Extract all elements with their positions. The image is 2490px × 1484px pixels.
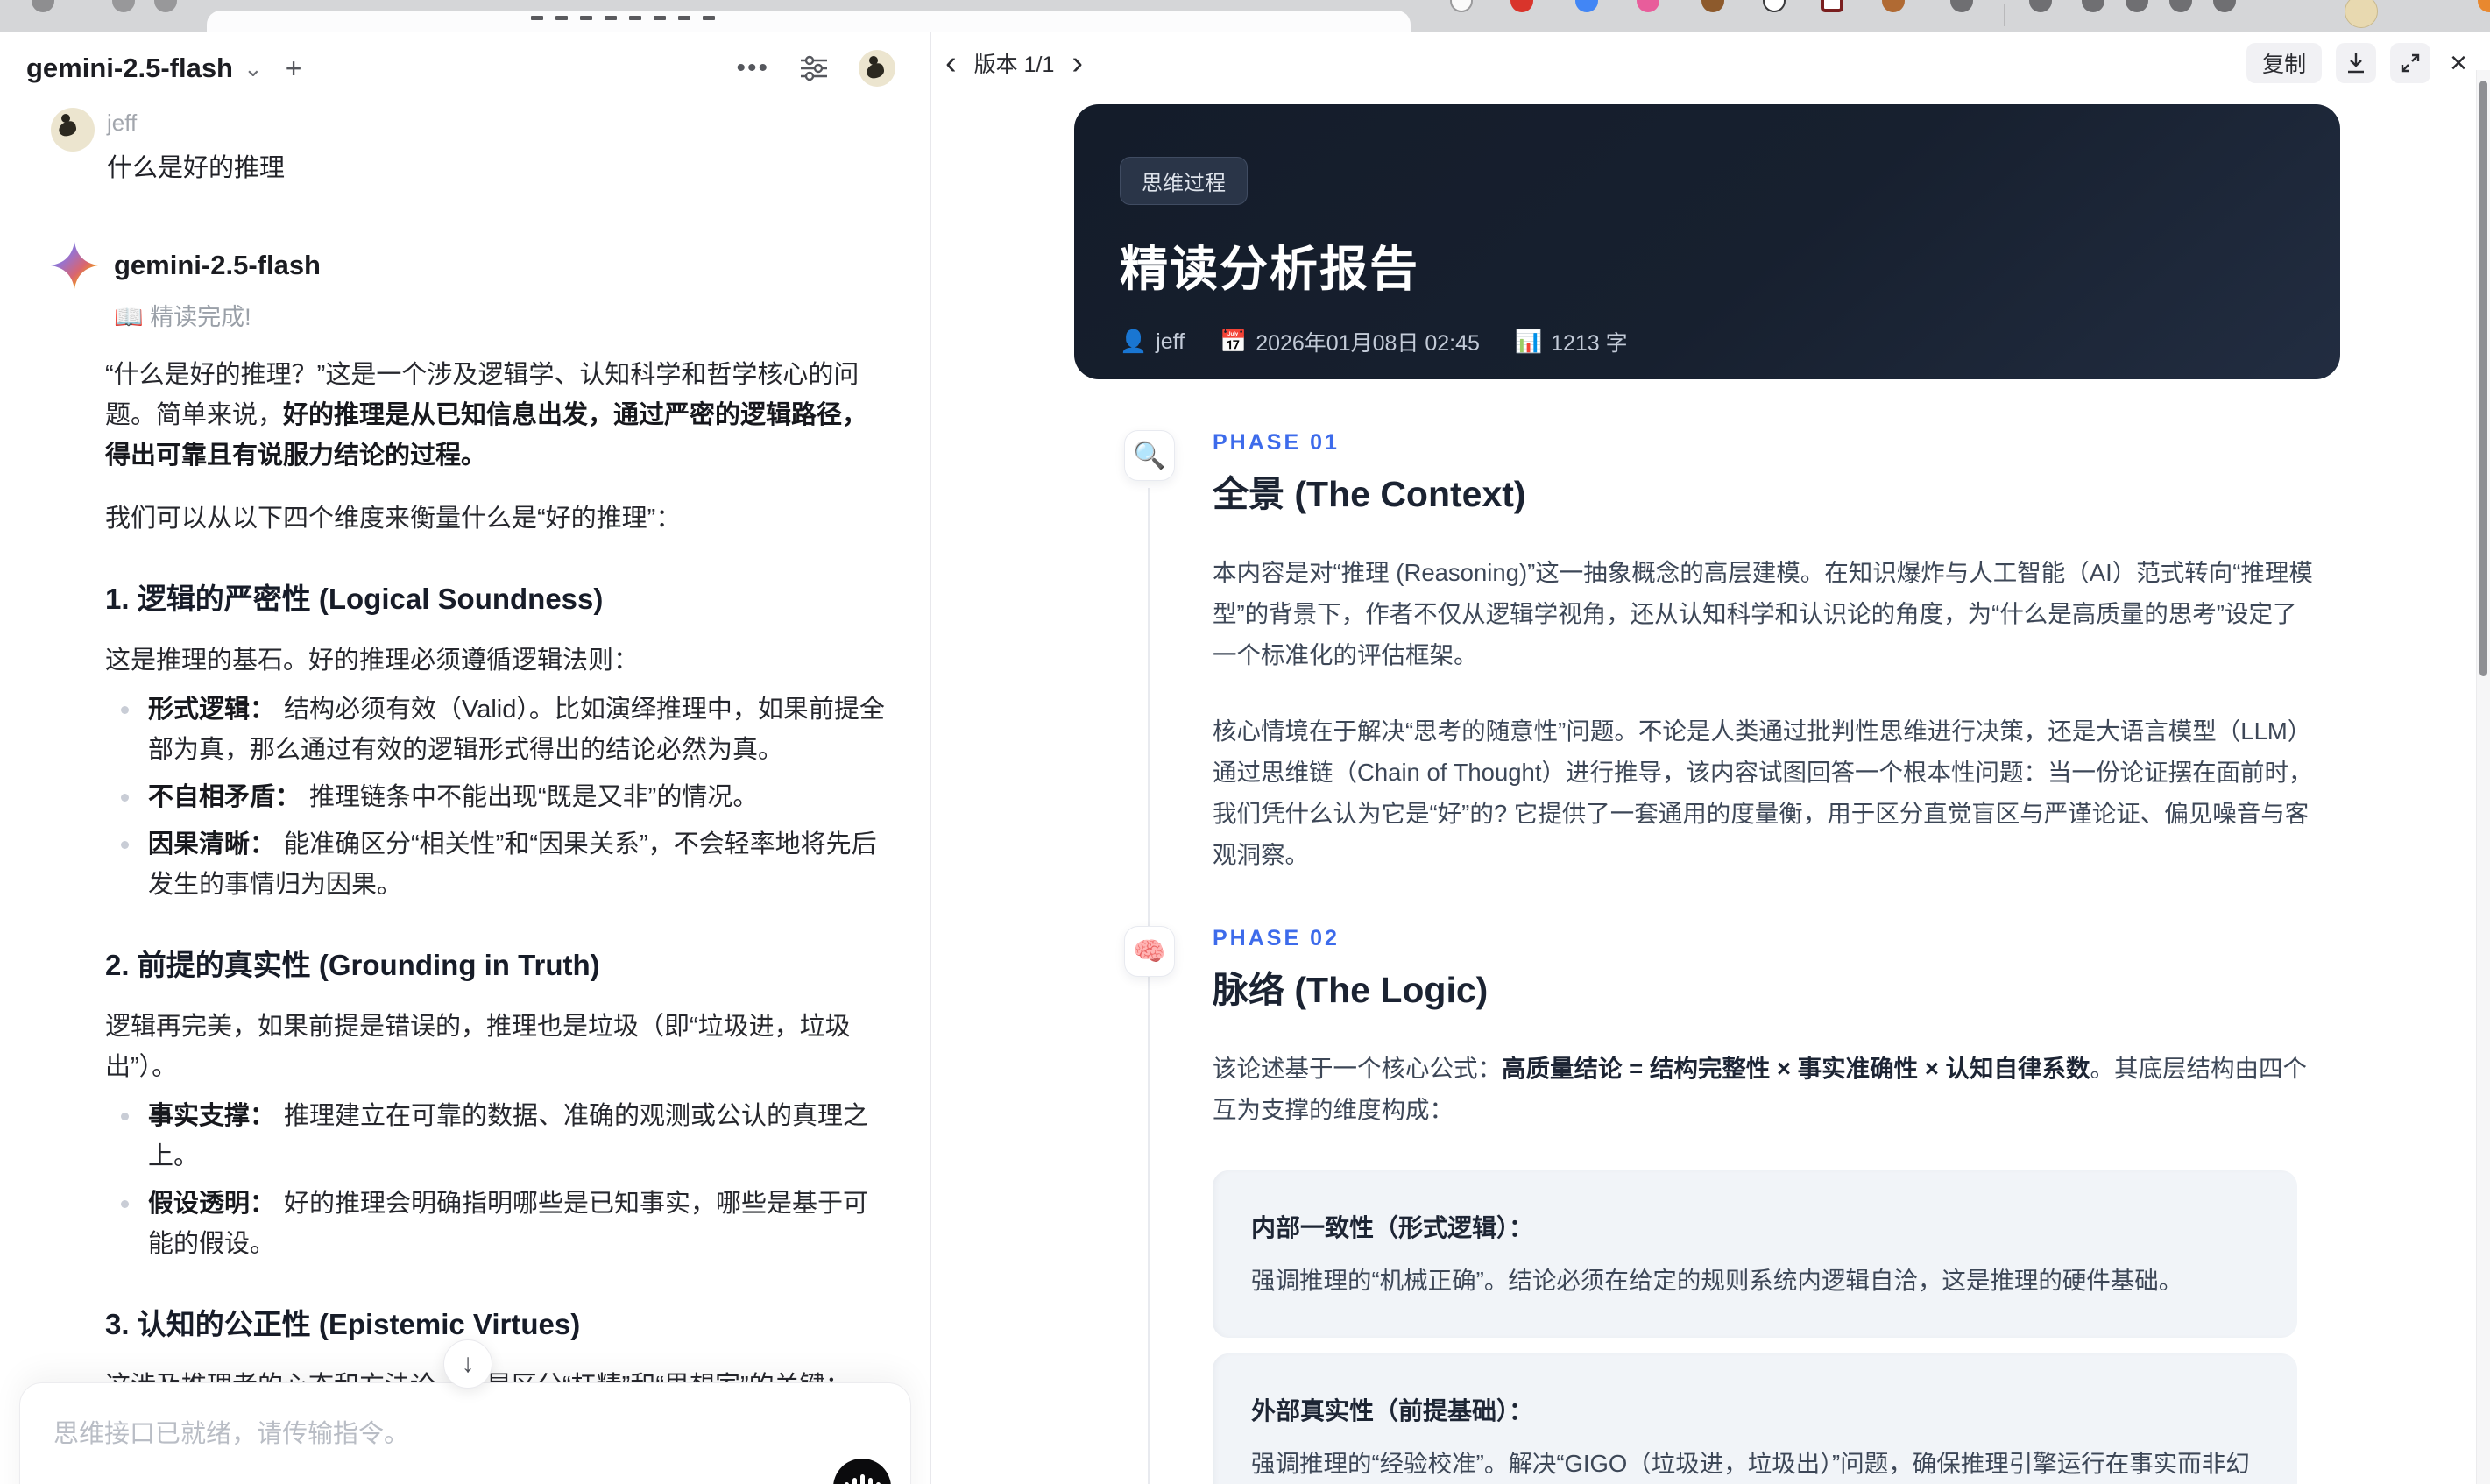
chat-header: gemini-2.5-flash ⌄ + ••• — [0, 32, 930, 87]
artifact-panel: ‹ 版本 1/1 › 复制 × 思维过程 精读分析报告 👤 jeff 📅 202… — [931, 32, 2490, 1484]
chevron-down-icon[interactable]: ⌄ — [244, 55, 263, 82]
extension-icon[interactable] — [1575, 0, 1598, 12]
user-name: jeff — [107, 110, 138, 136]
word-count: 1213 字 — [1551, 331, 1628, 356]
assistant-name: gemini-2.5-flash — [114, 250, 321, 280]
phase-section: 🔍 PHASE 01 全景 (The Context) 本内容是对“推理 (Re… — [1074, 430, 2490, 875]
browser-icon[interactable] — [32, 0, 54, 12]
brain-icon: 🧠 — [1124, 926, 1175, 977]
bullet-list: 形式逻辑： 结构必须有效（Valid）。比如演绎推理中，如果前提全部为真，那么通过… — [105, 689, 887, 905]
user-message: jeff 什么是好的推理 — [51, 108, 881, 184]
report-hero: 思维过程 精读分析报告 👤 jeff 📅 2026年01月08日 02:45 📊 12… — [1074, 104, 2340, 379]
more-menu-icon[interactable]: ••• — [736, 53, 769, 83]
phase-paragraph: 核心情境在于解决“思考的随意性”问题。不论是人类通过批判性思维进行决策，还是大语… — [1213, 717, 2313, 868]
extension-icon[interactable] — [2029, 0, 2052, 12]
phase-section: 🧠 PHASE 02 脉络 (The Logic) 该论述基于一个核心公式：高质… — [1074, 926, 2490, 1484]
extension-icon[interactable] — [1701, 0, 1724, 12]
list-item: 形式逻辑： 结构必须有效（Valid）。比如演绎推理中，如果前提全部为真，那么通过… — [121, 689, 887, 770]
dimension-card: 外部真实性（前提基础）： 强调推理的“经验校准”。解决“GIGO（垃圾进，垃圾出… — [1213, 1353, 2297, 1484]
section-heading: 2. 前提的真实性 (Grounding in Truth) — [105, 949, 600, 981]
chat-panel: gemini-2.5-flash ⌄ + ••• jeff 什么是好的推理 ge… — [0, 32, 931, 1484]
extension-icon[interactable] — [2126, 0, 2148, 12]
message-list: jeff 什么是好的推理 gemini-2.5-flash 📖 精读完成! “什… — [0, 87, 930, 1484]
bullet-list: 事实支撑： 推理建立在可靠的数据、准确的观测或公认的真理之上。 假设透明： 好的推理… — [105, 1096, 887, 1264]
extension-icon[interactable] — [2169, 0, 2192, 12]
download-button[interactable] — [2336, 43, 2377, 83]
phase-paragraph: 本内容是对“推理 (Reasoning)”这一抽象概念的高层建模。在知识爆炸与人… — [1213, 559, 2313, 668]
list-item: 因果清晰： 能准确区分“相关性”和“因果关系”，不会轻率地将先后发生的事情归为因果… — [121, 824, 887, 905]
list-item: 假设透明： 好的推理会明确指明哪些是已知事实，哪些是基于可能的假设。 — [121, 1184, 887, 1264]
tab-title-fragment — [531, 16, 715, 20]
phase-paragraph: 该论述基于一个核心公式：高质量结论 = 结构完整性 × 事实准确性 × 认知自律… — [1213, 1055, 2308, 1123]
extension-icon[interactable] — [1450, 0, 1473, 12]
extension-icon[interactable] — [1510, 0, 1533, 12]
extension-icon[interactable] — [2082, 0, 2104, 12]
phase-title: 全景 (The Context) — [1213, 474, 1526, 514]
intro-paragraph-2: 我们可以从以下四个维度来衡量什么是“好的推理”： — [105, 505, 682, 533]
browser-tab[interactable] — [207, 11, 1411, 32]
browser-icon[interactable] — [112, 0, 135, 12]
artifact-content: 思维过程 精读分析报告 👤 jeff 📅 2026年01月08日 02:45 📊 12… — [931, 94, 2490, 1484]
search-icon: 🔍 — [1124, 430, 1175, 481]
extension-icon[interactable] — [1763, 0, 1786, 12]
chat-input[interactable]: 思维接口已就绪，请传输指令。 + ❖ — [19, 1382, 911, 1484]
list-item: 事实支撑： 推理建立在可靠的数据、准确的观测或公认的真理之上。 — [121, 1096, 887, 1177]
section-heading: 3. 认知的公正性 (Epistemic Virtues) — [105, 1308, 581, 1340]
gemini-logo-icon — [51, 242, 98, 289]
report-date: 2026年01月08日 02:45 — [1256, 331, 1480, 356]
wordcount-icon: 📊 — [1514, 329, 1543, 354]
extension-icon[interactable] — [2478, 0, 2490, 12]
version-next-icon[interactable]: › — [1072, 46, 1083, 80]
expand-button[interactable] — [2390, 43, 2431, 83]
browser-icon[interactable] — [154, 0, 177, 12]
toolbar-divider — [2004, 4, 2005, 26]
report-title: 精读分析报告 — [1120, 242, 1420, 296]
profile-avatar[interactable] — [2345, 0, 2378, 28]
close-icon[interactable]: × — [2450, 46, 2467, 81]
report-meta: 👤 jeff 📅 2026年01月08日 02:45 📊 1213 字 — [1120, 326, 2295, 357]
section-lead: 这是推理的基石。好的推理必须遵循逻辑法则： — [105, 647, 640, 675]
version-prev-icon[interactable]: ‹ — [945, 46, 957, 80]
chat-input-placeholder: 思维接口已就绪，请传输指令。 — [53, 1420, 410, 1448]
model-selector[interactable]: gemini-2.5-flash — [26, 53, 233, 84]
new-chat-button[interactable]: + — [286, 53, 302, 85]
assistant-message: gemini-2.5-flash 📖 精读完成! “什么是好的推理？”这是一个涉… — [51, 242, 885, 1484]
section-heading: 1. 逻辑的严密性 (Logical Soundness) — [105, 583, 604, 615]
extension-icon[interactable] — [1882, 0, 1905, 12]
extension-icon[interactable] — [2213, 0, 2236, 12]
extension-icon[interactable] — [1821, 0, 1843, 12]
dimension-card: 内部一致性（形式逻辑）： 强调推理的“机械正确”。结论必须在给定的规则系统内逻辑… — [1213, 1170, 2297, 1338]
hero-badge: 思维过程 — [1120, 157, 1248, 205]
scroll-to-bottom-button[interactable]: ↓ — [443, 1339, 492, 1389]
scrollbar-track[interactable] — [2476, 70, 2490, 1484]
calendar-icon: 📅 — [1220, 329, 1248, 354]
author-name: jeff — [1156, 329, 1185, 354]
settings-sliders-icon[interactable] — [799, 55, 829, 81]
extension-icon[interactable] — [1637, 0, 1659, 12]
phase-title: 脉络 (The Logic) — [1213, 970, 1489, 1010]
scrollbar-thumb[interactable] — [2479, 81, 2487, 676]
user-message-text: 什么是好的推理 — [107, 154, 286, 182]
arrow-down-icon: ↓ — [461, 1349, 475, 1378]
list-item: 不自相矛盾： 推理链条中不能出现“既是又非”的情况。 — [121, 777, 887, 817]
phase-label: PHASE 01 — [1213, 430, 1340, 455]
version-label: 版本 1/1 — [973, 53, 1055, 77]
intro-paragraph: “什么是好的推理？”这是一个涉及逻辑学、认知科学和哲学核心的问题。简单来说，好的… — [105, 361, 868, 470]
artifact-header: ‹ 版本 1/1 › 复制 × — [931, 32, 2490, 94]
copy-button[interactable]: 复制 — [2246, 43, 2323, 83]
author-icon: 👤 — [1120, 329, 1148, 354]
phase-label: PHASE 02 — [1213, 926, 1340, 950]
assistant-message-body: “什么是好的推理？”这是一个涉及逻辑学、认知科学和哲学核心的问题。简单来说，好的… — [105, 355, 887, 1484]
extension-icon[interactable] — [1950, 0, 1973, 12]
voice-input-button[interactable] — [833, 1459, 891, 1484]
dimension-cards: 内部一致性（形式逻辑）： 强调推理的“机械正确”。结论必须在给定的规则系统内逻辑… — [1213, 1170, 2297, 1484]
assistant-status: 📖 精读完成! — [114, 304, 251, 330]
user-avatar — [51, 108, 95, 152]
user-avatar[interactable] — [859, 50, 895, 87]
browser-toolbar — [0, 0, 2490, 32]
section-lead: 逻辑再完美，如果前提是错误的，推理也是垃圾（即“垃圾进，垃圾出”）。 — [105, 1013, 851, 1081]
